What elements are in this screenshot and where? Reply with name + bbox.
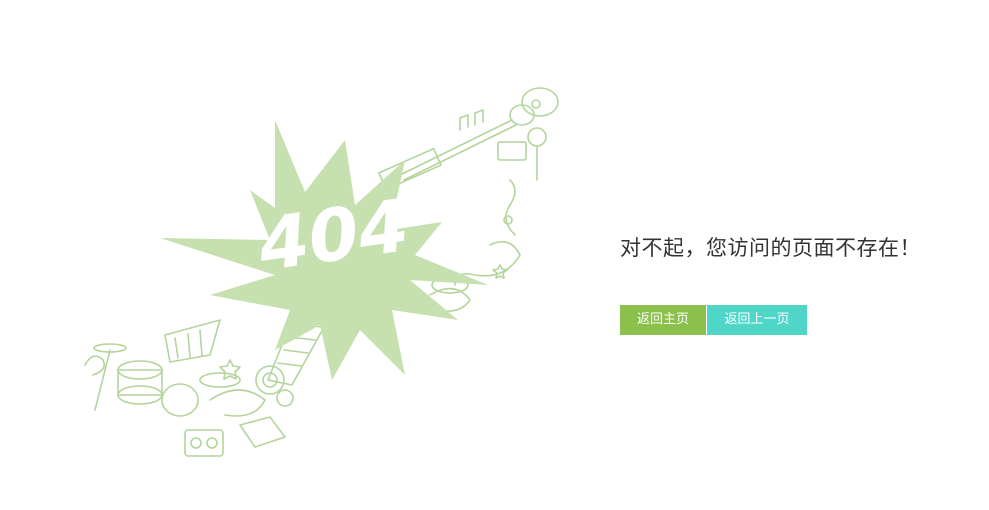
harp-icon [164,319,221,363]
error-message: 对不起，您访问的页面不存在！ [620,236,921,260]
microphone-icon [527,127,547,181]
error-page: 404 对不起，您访问的页面不存在！ 返回主页 返回上一页 [0,0,989,510]
back-button[interactable]: 返回上一页 [707,305,807,335]
guitar-icon [378,87,559,191]
cassette-icon [497,141,527,161]
drum-kit-icon [84,343,241,417]
radio-icon [184,429,224,457]
home-button[interactable]: 返回主页 [620,305,706,335]
404-illustration: 404 [84,87,559,457]
